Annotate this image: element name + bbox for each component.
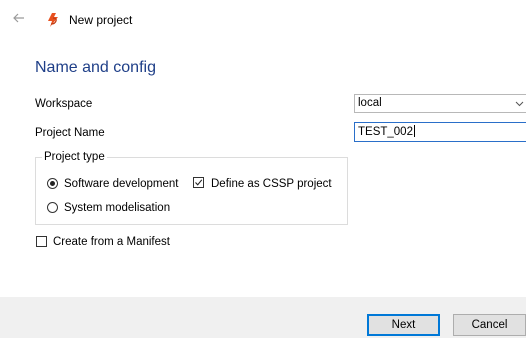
cssp-checkbox[interactable] xyxy=(193,177,204,188)
manifest-label[interactable]: Create from a Manifest xyxy=(53,235,170,249)
software-development-label[interactable]: Software development xyxy=(64,177,178,191)
workspace-select[interactable]: local xyxy=(354,94,526,113)
checkmark-icon xyxy=(195,179,203,186)
page-heading: Name and config xyxy=(35,59,156,76)
system-modelisation-radio[interactable] xyxy=(47,202,58,213)
title-bar: New project xyxy=(0,0,526,40)
dialog-footer: Next Cancel xyxy=(0,297,526,338)
project-name-label: Project Name xyxy=(35,127,105,139)
back-arrow-icon[interactable] xyxy=(10,11,28,29)
chevron-down-icon xyxy=(515,95,524,118)
app-logo-icon xyxy=(46,12,62,28)
system-modelisation-label[interactable]: System modelisation xyxy=(64,201,170,215)
cssp-label[interactable]: Define as CSSP project xyxy=(211,177,332,191)
next-button[interactable]: Next xyxy=(367,314,440,336)
project-type-legend: Project type xyxy=(42,150,107,164)
workspace-value: local xyxy=(358,97,382,109)
new-project-dialog: New project Name and config Workspace lo… xyxy=(0,0,526,338)
project-name-input[interactable]: TEST_002 xyxy=(354,122,526,142)
manifest-checkbox[interactable] xyxy=(36,236,47,247)
text-caret xyxy=(413,125,415,137)
software-development-radio[interactable] xyxy=(47,178,58,189)
project-name-value: TEST_002 xyxy=(358,126,413,138)
window-title: New project xyxy=(69,13,133,27)
workspace-label: Workspace xyxy=(35,98,93,110)
cancel-button[interactable]: Cancel xyxy=(453,314,526,336)
